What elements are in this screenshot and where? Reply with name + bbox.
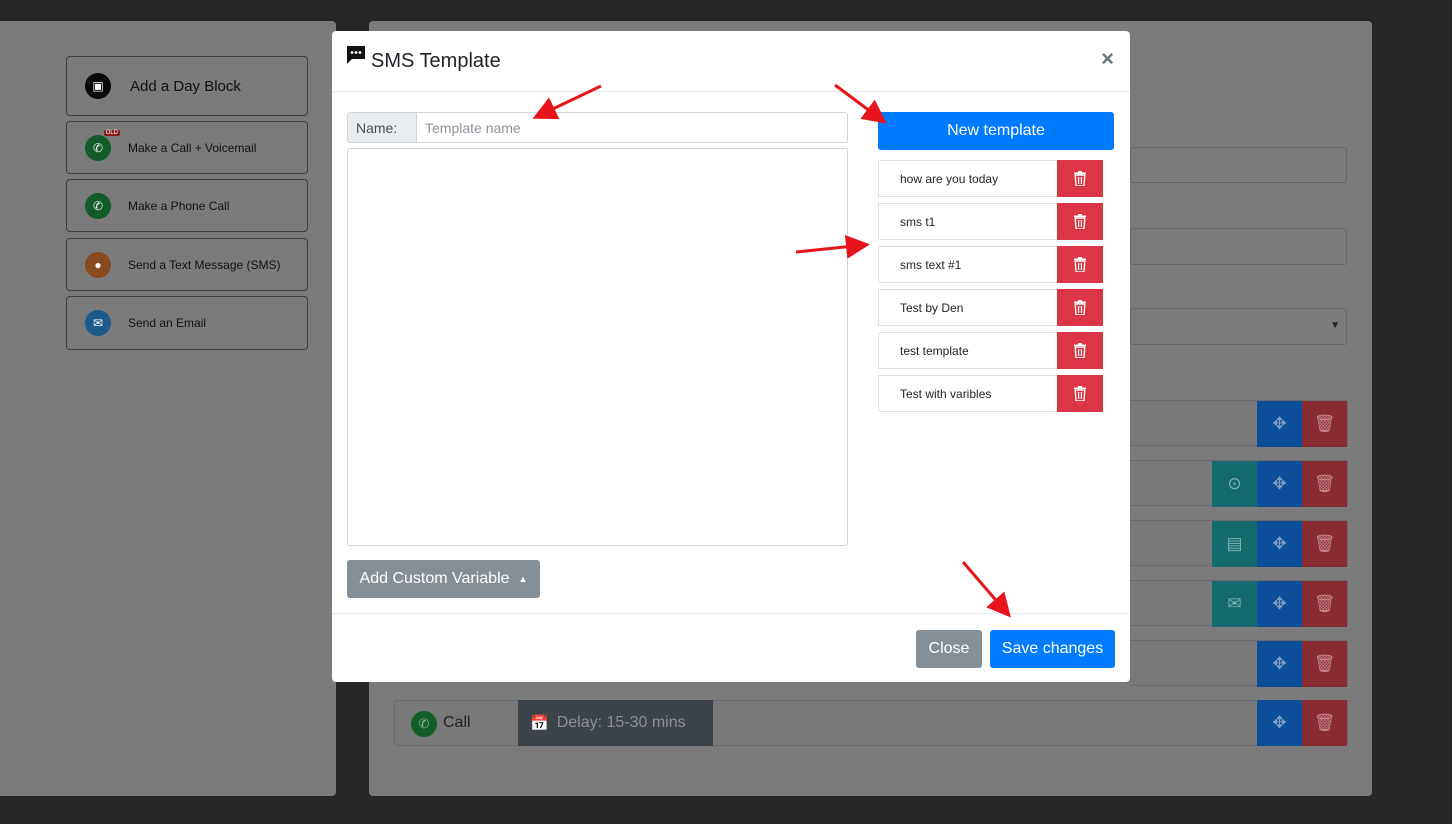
template-item: sms text #1: [878, 246, 1103, 283]
delay-label: Delay: 15-30 mins: [556, 714, 686, 731]
move-icon[interactable]: ✥: [1257, 641, 1302, 687]
template-name[interactable]: test template: [878, 332, 1057, 369]
modal-header: SMS Template ×: [332, 31, 1130, 92]
template-name[interactable]: Test by Den: [878, 289, 1057, 326]
template-item: test template: [878, 332, 1103, 369]
trash-icon[interactable]: [1057, 375, 1103, 412]
add-custom-variable-label: Add Custom Variable: [359, 570, 510, 587]
template-item: Test by Den: [878, 289, 1103, 326]
trash-icon[interactable]: [1057, 160, 1103, 197]
trash-icon[interactable]: 🗑: [1302, 461, 1347, 507]
background-input-2[interactable]: [1130, 228, 1347, 265]
make-call-voicemail-button[interactable]: ✆ OLD Make a Call + Voicemail: [66, 121, 308, 174]
delay-badge[interactable]: 📅 Delay: 15-30 mins: [518, 700, 713, 746]
message-icon: [346, 45, 366, 71]
phone-voicemail-icon: ✆ OLD: [85, 129, 120, 161]
template-name[interactable]: sms text #1: [878, 246, 1057, 283]
call-label: Call: [443, 714, 471, 731]
trash-icon[interactable]: [1057, 246, 1103, 283]
move-icon[interactable]: ✥: [1257, 700, 1302, 746]
block-label: Send an Email: [128, 316, 207, 330]
call-sequence-row: ✆ Call 📅 Delay: 15-30 mins ✥ 🗑: [394, 700, 1348, 746]
send-sms-button[interactable]: ● Send a Text Message (SMS): [66, 238, 308, 291]
comment-icon[interactable]: ▤: [1212, 521, 1257, 567]
phone-icon: ✆: [411, 711, 437, 737]
sequence-row: ✥ 🗑: [1130, 640, 1348, 687]
trash-icon[interactable]: 🗑: [1302, 581, 1347, 627]
move-icon[interactable]: ✥: [1257, 521, 1302, 567]
block-label: Make a Call + Voicemail: [128, 140, 257, 155]
template-item: Test with varibles: [878, 375, 1103, 412]
calendar-clock-icon: 📅: [530, 715, 549, 732]
template-body-textarea[interactable]: [347, 148, 848, 546]
move-icon[interactable]: ✥: [1257, 401, 1302, 447]
add-day-block-button[interactable]: ▣ Add a Day Block: [66, 56, 308, 116]
trash-icon[interactable]: [1057, 332, 1103, 369]
move-icon[interactable]: ✥: [1257, 461, 1302, 507]
background-input-1[interactable]: [1130, 147, 1347, 183]
template-list: how are you today sms t1 sms text #1 Tes…: [878, 160, 1103, 418]
new-template-button[interactable]: New template: [878, 112, 1114, 150]
move-icon[interactable]: ✥: [1257, 581, 1302, 627]
old-badge: OLD: [103, 129, 120, 136]
template-name[interactable]: sms t1: [878, 203, 1057, 240]
sequence-row: ✥ 🗑: [1130, 400, 1348, 447]
phone-icon: ✆: [85, 192, 111, 219]
sequence-row: ⊙ ✥ 🗑: [1130, 460, 1348, 507]
trash-icon[interactable]: 🗑: [1302, 401, 1347, 447]
trash-icon[interactable]: 🗑: [1302, 700, 1347, 746]
template-item: how are you today: [878, 160, 1103, 197]
close-button[interactable]: Close: [916, 630, 982, 668]
trash-icon[interactable]: 🗑: [1302, 641, 1347, 687]
template-name[interactable]: how are you today: [878, 160, 1057, 197]
modal-title-text: SMS Template: [371, 49, 501, 72]
sequence-row: ✉ ✥ 🗑: [1130, 580, 1348, 627]
trash-icon[interactable]: [1057, 203, 1103, 240]
voicemail-icon[interactable]: ⊙: [1212, 461, 1257, 507]
name-label: Name:: [347, 112, 417, 143]
template-item: sms t1: [878, 203, 1103, 240]
chevron-down-icon: ▼: [1330, 320, 1340, 331]
sms-icon: ●: [85, 251, 111, 278]
email-icon: ✉: [85, 310, 111, 336]
envelope-icon[interactable]: ✉: [1212, 581, 1257, 627]
sequence-row: ▤ ✥ 🗑: [1130, 520, 1348, 567]
add-custom-variable-button[interactable]: Add Custom Variable ▲: [347, 560, 540, 598]
block-label: Send a Text Message (SMS): [128, 257, 281, 272]
block-label: Make a Phone Call: [128, 198, 230, 213]
close-icon[interactable]: ×: [1101, 46, 1114, 72]
modal-title: SMS Template: [346, 45, 501, 74]
trash-icon[interactable]: [1057, 289, 1103, 326]
sms-template-modal: SMS Template × Name: Add Custom Variable…: [332, 31, 1130, 682]
name-input-group: Name:: [347, 112, 848, 143]
make-phone-call-button[interactable]: ✆ Make a Phone Call: [66, 179, 308, 232]
modal-footer: Close Save changes: [332, 613, 1130, 682]
trash-icon[interactable]: 🗑: [1302, 521, 1347, 567]
template-name-input[interactable]: [417, 112, 848, 143]
send-email-button[interactable]: ✉ Send an Email: [66, 296, 308, 350]
template-name[interactable]: Test with varibles: [878, 375, 1057, 412]
save-changes-button[interactable]: Save changes: [990, 630, 1115, 668]
background-select[interactable]: ▼: [1130, 308, 1347, 345]
caret-up-icon: ▲: [518, 574, 528, 584]
calendar-icon: ▣: [85, 73, 111, 99]
block-label: Add a Day Block: [130, 77, 241, 95]
